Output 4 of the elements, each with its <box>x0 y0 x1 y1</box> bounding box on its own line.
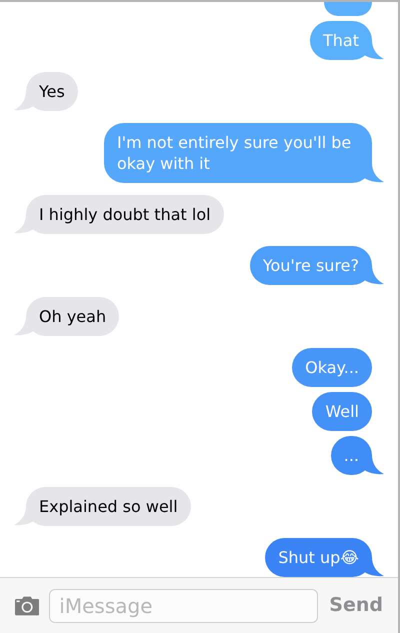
camera-icon[interactable] <box>15 594 40 618</box>
message-bubble <box>324 2 372 16</box>
send-button[interactable]: Send <box>328 591 384 620</box>
message-field[interactable]: iMessage <box>49 588 318 622</box>
